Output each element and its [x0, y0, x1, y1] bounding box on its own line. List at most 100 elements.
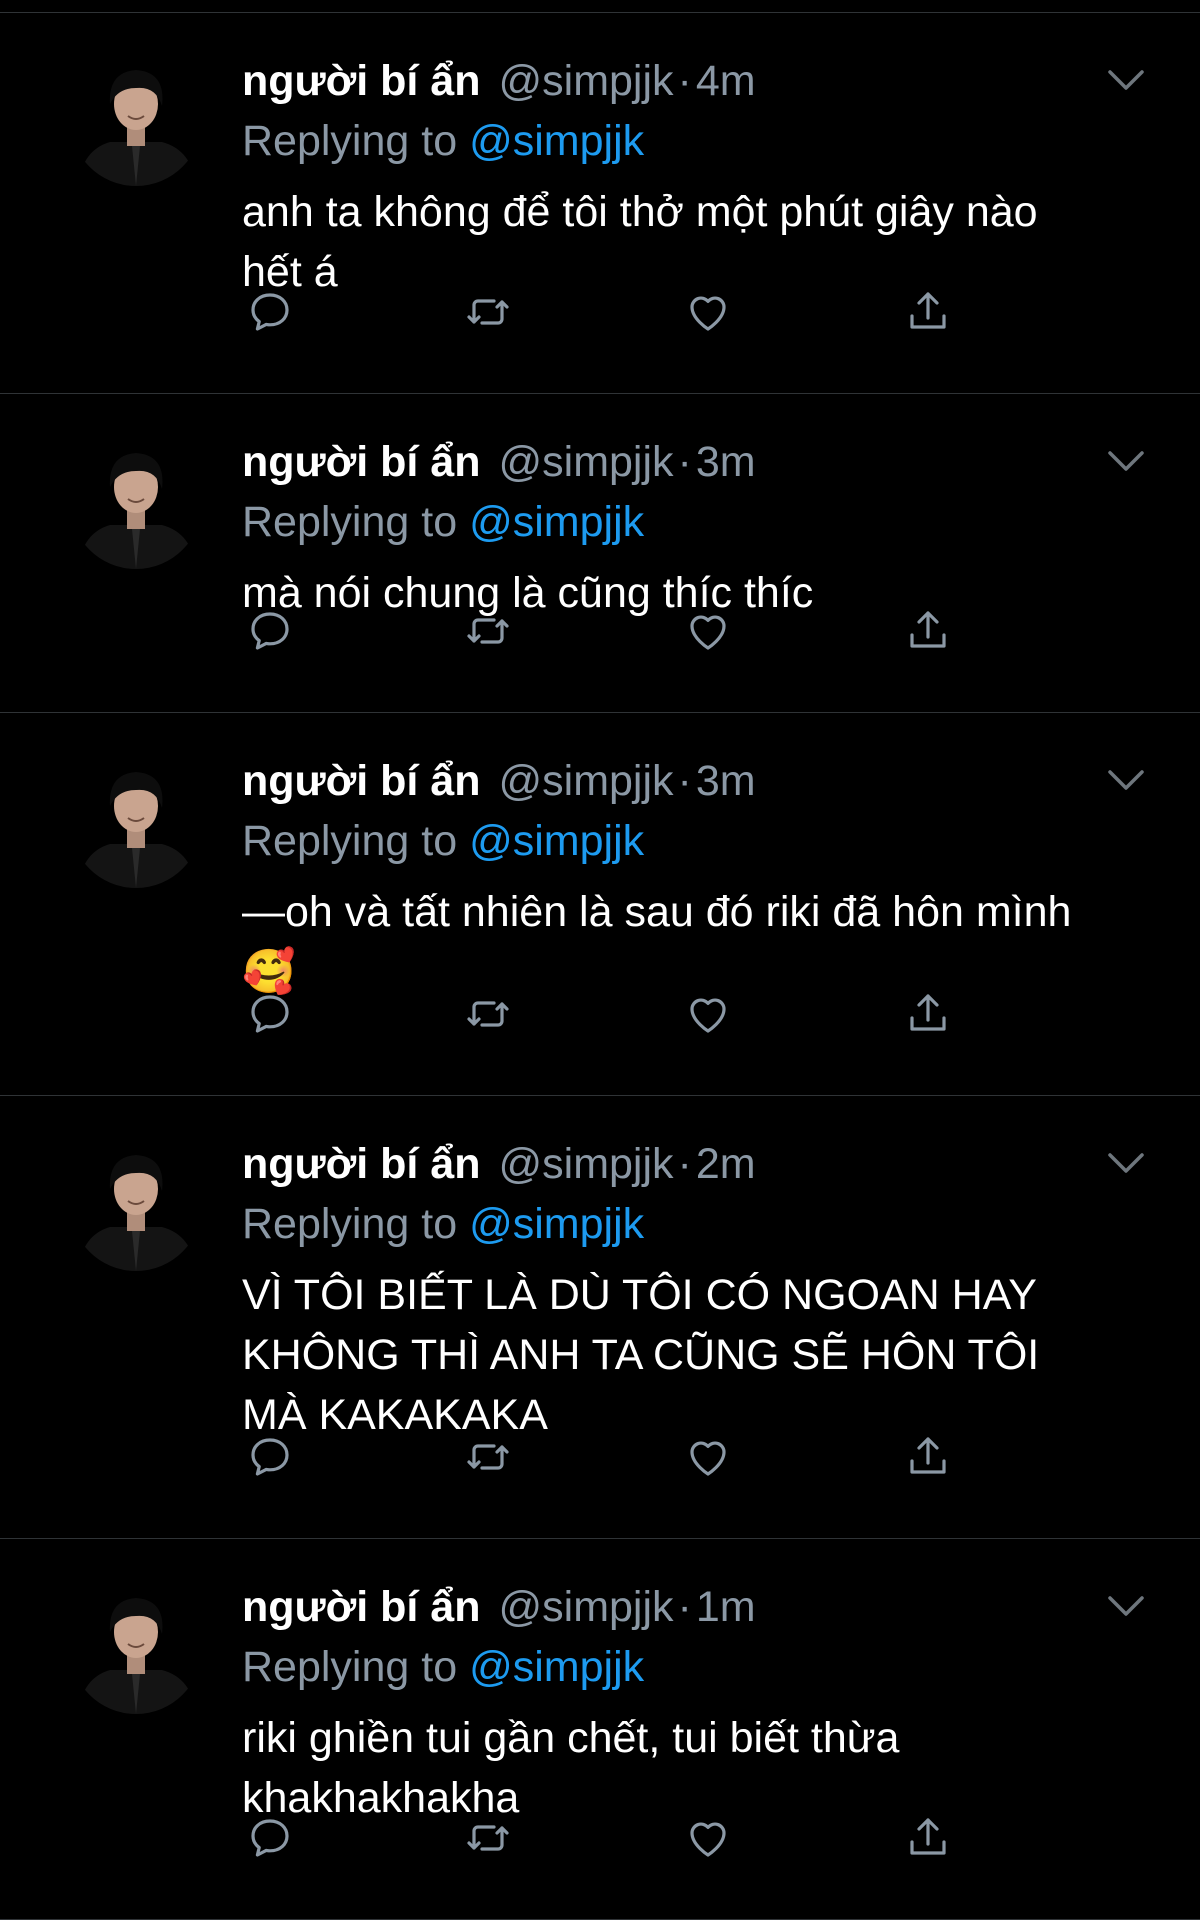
- separator-dot: ·: [677, 438, 692, 486]
- replying-to-label: Replying to: [242, 817, 458, 865]
- display-name[interactable]: người bí ẩn: [242, 438, 480, 486]
- tweet-item[interactable]: người bí ẩn @simpjjk·2m Replying to @simp…: [0, 1097, 1200, 1539]
- heart-icon: [684, 288, 732, 341]
- replying-to-handle[interactable]: @simpjjk: [469, 1200, 644, 1248]
- share-icon: [904, 288, 952, 341]
- tweet-text-line: —oh và tất nhiên là sau đó riki đã hôn m…: [242, 888, 1072, 936]
- user-handle[interactable]: @simpjjk: [498, 1583, 673, 1631]
- tweet-text-line: VÌ TÔI BIẾT LÀ DÙ TÔI CÓ NGOAN HAY: [242, 1271, 1037, 1319]
- heart-icon: [684, 607, 732, 660]
- replying-to: Replying to @simpjjk: [242, 495, 644, 549]
- tweet-item[interactable]: người bí ẩn @simpjjk·1m Replying to @simp…: [0, 1540, 1200, 1920]
- retweet-button[interactable]: [460, 286, 516, 342]
- share-button[interactable]: [900, 605, 956, 661]
- avatar[interactable]: [70, 1139, 202, 1271]
- like-button[interactable]: [680, 605, 736, 661]
- user-handle[interactable]: @simpjjk: [498, 1140, 673, 1188]
- avatar[interactable]: [70, 756, 202, 888]
- reply-button[interactable]: [242, 1812, 298, 1868]
- replying-to-label: Replying to: [242, 117, 458, 165]
- reply-icon: [246, 990, 294, 1043]
- tweet-header: người bí ẩn @simpjjk·1m: [242, 1580, 1120, 1634]
- tweet-item[interactable]: người bí ẩn @simpjjk·3m Replying to @simp…: [0, 395, 1200, 713]
- avatar[interactable]: [70, 437, 202, 569]
- reply-icon: [246, 288, 294, 341]
- retweet-icon: [464, 1433, 512, 1486]
- display-name[interactable]: người bí ẩn: [242, 57, 480, 105]
- reply-button[interactable]: [242, 988, 298, 1044]
- tweet-text-line: KHÔNG THÌ ANH TA CŨNG SẼ HÔN TÔI: [242, 1331, 1040, 1379]
- replying-to-handle[interactable]: @simpjjk: [469, 1643, 644, 1691]
- tweet-text: riki ghiền tui gần chết, tui biết thừa kh…: [242, 1708, 1142, 1828]
- replying-to-handle[interactable]: @simpjjk: [469, 498, 644, 546]
- user-handle[interactable]: @simpjjk: [498, 57, 673, 105]
- heart-icon: [684, 1814, 732, 1867]
- tweet-text: anh ta không để tôi thở một phút giây nà…: [242, 182, 1142, 302]
- retweet-button[interactable]: [460, 1812, 516, 1868]
- avatar[interactable]: [70, 54, 202, 186]
- like-button[interactable]: [680, 1812, 736, 1868]
- tweet-text: —oh và tất nhiên là sau đó riki đã hôn m…: [242, 882, 1142, 1002]
- share-icon: [904, 1814, 952, 1867]
- user-handle[interactable]: @simpjjk: [498, 757, 673, 805]
- user-handle[interactable]: @simpjjk: [498, 438, 673, 486]
- share-icon: [904, 1433, 952, 1486]
- timestamp[interactable]: 3m: [696, 757, 756, 805]
- avatar[interactable]: [70, 1582, 202, 1714]
- heart-icon: [684, 990, 732, 1043]
- share-button[interactable]: [900, 988, 956, 1044]
- retweet-button[interactable]: [460, 1431, 516, 1487]
- tweet-item[interactable]: người bí ẩn @simpjjk·3m Replying to @simp…: [0, 714, 1200, 1096]
- replying-to: Replying to @simpjjk: [242, 1197, 644, 1251]
- tweet-actions: [242, 605, 982, 661]
- tweet-actions: [242, 286, 982, 342]
- separator-dot: ·: [677, 1140, 692, 1188]
- tweet-actions: [242, 1812, 982, 1868]
- replying-to: Replying to @simpjjk: [242, 1640, 644, 1694]
- chevron-down-icon[interactable]: [1106, 1151, 1146, 1177]
- top-divider: [0, 12, 1200, 13]
- display-name[interactable]: người bí ẩn: [242, 757, 480, 805]
- share-icon: [904, 607, 952, 660]
- separator-dot: ·: [677, 1583, 692, 1631]
- tweet-header: người bí ẩn @simpjjk·3m: [242, 754, 1120, 808]
- retweet-button[interactable]: [460, 988, 516, 1044]
- chevron-down-icon[interactable]: [1106, 1594, 1146, 1620]
- share-button[interactable]: [900, 1431, 956, 1487]
- retweet-icon: [464, 1814, 512, 1867]
- replying-to-label: Replying to: [242, 1200, 458, 1248]
- display-name[interactable]: người bí ẩn: [242, 1140, 480, 1188]
- like-button[interactable]: [680, 1431, 736, 1487]
- share-icon: [904, 990, 952, 1043]
- replying-to-handle[interactable]: @simpjjk: [469, 117, 644, 165]
- like-button[interactable]: [680, 286, 736, 342]
- replying-to-handle[interactable]: @simpjjk: [469, 817, 644, 865]
- timestamp[interactable]: 4m: [696, 57, 756, 105]
- reply-button[interactable]: [242, 1431, 298, 1487]
- tweet-text: VÌ TÔI BIẾT LÀ DÙ TÔI CÓ NGOAN HAY KHÔNG …: [242, 1265, 1142, 1445]
- chevron-down-icon[interactable]: [1106, 449, 1146, 475]
- tweet-text-line: riki ghiền tui gần chết, tui biết thừa: [242, 1714, 900, 1762]
- reply-icon: [246, 1814, 294, 1867]
- tweet-item[interactable]: người bí ẩn @simpjjk·4m Replying to @simp…: [0, 14, 1200, 394]
- separator-dot: ·: [677, 757, 692, 805]
- replying-to: Replying to @simpjjk: [242, 114, 644, 168]
- chevron-down-icon[interactable]: [1106, 68, 1146, 94]
- separator-dot: ·: [677, 57, 692, 105]
- retweet-button[interactable]: [460, 605, 516, 661]
- chevron-down-icon[interactable]: [1106, 768, 1146, 794]
- share-button[interactable]: [900, 1812, 956, 1868]
- tweet-actions: [242, 988, 982, 1044]
- reply-button[interactable]: [242, 286, 298, 342]
- display-name[interactable]: người bí ẩn: [242, 1583, 480, 1631]
- timestamp[interactable]: 3m: [696, 438, 756, 486]
- timestamp[interactable]: 1m: [696, 1583, 756, 1631]
- heart-icon: [684, 1433, 732, 1486]
- reply-icon: [246, 607, 294, 660]
- like-button[interactable]: [680, 988, 736, 1044]
- share-button[interactable]: [900, 286, 956, 342]
- replying-to: Replying to @simpjjk: [242, 814, 644, 868]
- replying-to-label: Replying to: [242, 1643, 458, 1691]
- timestamp[interactable]: 2m: [696, 1140, 756, 1188]
- reply-button[interactable]: [242, 605, 298, 661]
